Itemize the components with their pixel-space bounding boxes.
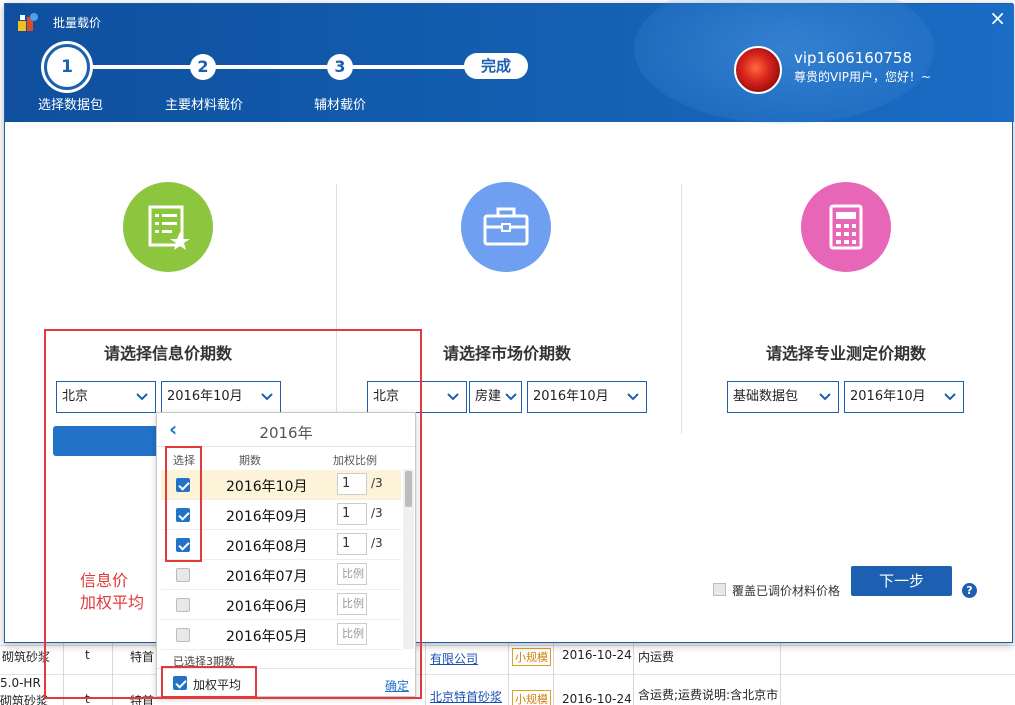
annotation-line: 加权平均 [80,593,145,612]
chevron-down-icon [505,393,517,401]
company-link[interactable]: 北京特首砂浆 [430,688,502,705]
grid-line [425,640,426,705]
app-logo-icon [18,13,38,31]
step-connector [85,65,485,69]
cell-date: 2016-10-24 [562,648,632,662]
cell-note: 含运费;运费说明:含北京市 [638,688,779,702]
pro-period-select[interactable]: 2016年10月 [844,381,964,413]
step-3-label: 辅材载价 [314,98,367,113]
annotation-box-weighted [161,666,257,698]
market-period-select[interactable]: 2016年10月 [527,381,647,413]
user-greeting: 尊贵的VIP用户，您好！~ [794,70,932,84]
chevron-down-icon [944,393,956,401]
chevron-down-icon [819,393,831,401]
step-1-label: 选择数据包 [38,98,104,113]
briefcase-icon [483,207,529,246]
annotation-text: 信息价 加权平均 [80,570,144,614]
pro-price-title: 请选择专业测定价期数 [766,344,927,363]
pro-price-circle [801,182,891,272]
grid-line [633,640,634,705]
annotation-box-checkboxes [165,446,202,562]
scale-tag: 小规模 [512,648,551,666]
document-star-icon [148,205,190,250]
overwrite-label: 覆盖已调价材料价格 [732,584,841,598]
pro-package-select[interactable]: 基础数据包 [727,381,839,413]
market-price-title: 请选择市场价期数 [443,344,572,363]
annotation-line: 信息价 [80,571,129,590]
company-link[interactable]: 有限公司 [430,650,478,667]
step-2-label: 主要材料载价 [165,98,244,113]
column-divider [681,184,682,434]
select-value: 2016年10月 [850,389,926,404]
step-3-circle: 3 [327,54,353,80]
user-avatar [734,46,782,94]
grid-line [508,640,509,705]
close-button[interactable]: × [989,8,1006,28]
dialog-header: 批量载价 × 1 2 3 完成 选择数据包 主要材料载价 辅材载价 vip160… [5,0,1014,124]
annotation-box-info [44,329,422,699]
select-value: 2016年10月 [533,389,609,404]
cell-text: 砌筑砂浆 [2,650,51,664]
cell-date: 2016-10-24 [562,692,632,705]
overwrite-checkbox[interactable] [713,583,726,596]
market-type-select[interactable]: 房建 [469,381,522,413]
market-price-circle [461,182,551,272]
username: vip1606160758 [794,49,913,67]
scale-tag: 小规模 [512,690,551,705]
chevron-down-icon [447,393,459,401]
calculator-icon [829,204,863,250]
cell-note: 内运费 [638,650,675,664]
cell-code: 5.0-HR [0,676,41,690]
chevron-down-icon [627,393,639,401]
info-price-circle [123,182,213,272]
next-step-button[interactable]: 下一步 [851,566,952,596]
step-1-circle: 1 [44,44,90,90]
grid-line [553,640,554,705]
step-done-pill: 完成 [464,53,528,79]
help-icon[interactable]: ? [962,583,977,598]
select-value: 房建 [475,389,502,404]
cell-text: 砌筑砂浆 [0,694,49,705]
dialog-title: 批量载价 [53,16,102,30]
step-2-circle: 2 [190,54,216,80]
grid-line [780,640,781,705]
select-value: 基础数据包 [733,389,799,404]
